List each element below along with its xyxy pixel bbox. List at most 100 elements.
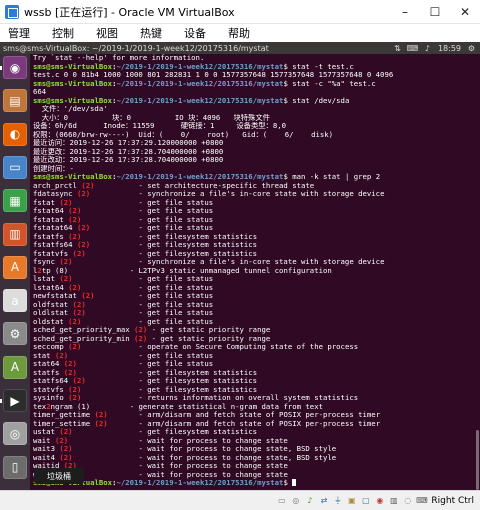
column-padding [81,343,138,351]
man-entry-name: fstatfs64 [33,241,77,249]
launcher-amazon-icon[interactable]: a [3,289,27,313]
clock[interactable]: 18:59 [438,44,461,53]
output-line: 最近访问：2019-12-26 17:37:29.120000000 +0800 [33,139,224,147]
man-result-line: oldfstat (2) - get file status [33,301,471,310]
man-result-line: stat64 (2) - get file status [33,360,471,369]
prompt-user-host: sms@sms-VirtualBox [33,62,113,71]
usb-icon[interactable]: ⏚ [332,495,343,506]
panel-indicators: ⇅ ⌨ ♪ 18:59 ⚙ [393,42,476,54]
column-padding [73,428,139,436]
match-highlight: (2) [134,334,148,343]
mouse-icon[interactable]: ◌ [402,495,413,506]
output-line: 最近改动：2019-12-26 17:37:28.704000000 +0800 [33,156,224,164]
column-padding [73,445,139,453]
vm-statusbar: ▭ ◎ ♪ ⇄ ⏚ ▣ ▢ ◉ ▥ ◌ ⌨ Right Ctrl [0,490,480,510]
terminal-window[interactable]: Try `stat --help' for more information. s… [30,54,480,490]
prompt-cwd: ~/2019-1/2019-1-week12/20175316/mystat [116,173,284,181]
capture-icon[interactable]: ◉ [374,495,385,506]
man-entry-description: - get file status [138,360,214,368]
menu-view[interactable]: 视图 [96,25,118,41]
launcher-firefox-icon[interactable]: ◐ [3,122,27,146]
network-icon[interactable]: ⇅ [393,44,402,53]
launcher-terminal-icon[interactable]: ▶ [3,389,27,412]
column-padding [90,224,138,232]
display-icon[interactable]: ▢ [360,495,371,506]
launcher-software-updater-icon[interactable]: A [3,355,27,379]
match-highlight: (2) [59,198,73,207]
man-result-line: ustat (2) - get filesystem statistics [33,428,471,437]
scrollbar-thumb[interactable] [476,430,479,490]
hdd-icon[interactable]: ▭ [276,495,287,506]
minimize-button[interactable]: – [390,0,420,24]
maximize-button[interactable]: ☐ [420,0,450,24]
terminal-scrollbar[interactable] [476,54,479,490]
column-padding [81,394,138,402]
shared-folder-icon[interactable]: ▣ [346,495,357,506]
libreoffice-writer-glyph: ▭ [9,160,21,175]
man-entry-name: wait [33,436,55,445]
column-padding [81,207,138,215]
close-button[interactable]: ✕ [450,0,480,24]
launcher-trash-icon[interactable]: ▯ [3,455,27,479]
launcher-libreoffice-writer-icon[interactable]: ▭ [3,155,27,179]
menu-hotkey[interactable]: 热键 [140,25,162,41]
audio-icon[interactable]: ♪ [304,495,315,506]
launcher-libreoffice-calc-icon[interactable]: ▦ [3,189,27,213]
match-highlight: (2) [68,385,82,394]
output-line: 664 [33,88,47,96]
launcher-dvd-drive-icon[interactable]: ◎ [3,422,27,446]
column-padding [81,284,138,292]
match-highlight: (2) [68,207,82,215]
volume-icon[interactable]: ♪ [423,44,432,53]
files-glyph: ▤ [9,93,21,108]
man-entry-description: - get filesystem statistics [138,385,258,394]
cpu-icon[interactable]: ▥ [388,495,399,506]
man-entry-description: - wait for process to change state, BSD … [138,453,337,462]
man-entry-name: timer_settime [33,419,95,428]
man-entry-description: - get filesystem statistics [138,232,258,241]
match-highlight: (2) [72,249,86,258]
menu-help[interactable]: 帮助 [228,25,250,41]
output-line: 最近更改：2019-12-26 17:37:28.704000000 +0800 [33,147,224,156]
column-padding [90,403,130,411]
column-padding [68,352,138,360]
output-line: 设备：6h/6d Inode：11559 硬链接：1 设备类型：8,0 [33,122,287,130]
man-entry-description: - synchronize a file's in-core state wit… [138,258,385,266]
column-padding [86,377,139,385]
man-entry-description: - get static priority range [151,326,271,334]
command-text: man -k stat | grep 2 [292,173,381,181]
window-controls: – ☐ ✕ [390,0,480,24]
running-indicator [0,399,2,403]
keyboard-icon[interactable]: ⌨ [407,44,419,53]
man-result-line: fdatasync (2) - synchronize a file's in-… [33,190,471,199]
man-entry-description: - get filesystem statistics [138,249,258,258]
prompt-line: sms@sms-VirtualBox:~/2019-1/2019-1-week1… [33,63,471,72]
optical-icon[interactable]: ◎ [290,495,301,506]
network-icon[interactable]: ⇄ [318,495,329,506]
launcher-ubuntu-dash-icon[interactable]: ◉ [3,56,27,79]
keyboard-icon[interactable]: ⌨ [416,495,428,506]
man-result-line: statfs64 (2) - get filesystem statistics [33,377,471,386]
prompt-user-host: sms@sms-VirtualBox [33,79,113,88]
launcher-software-center-icon[interactable]: A [3,255,27,279]
firefox-glyph: ◐ [9,127,21,142]
launcher-files-icon[interactable]: ▤ [3,89,27,113]
man-result-line: sysinfo (2) - returns information on ove… [33,394,471,403]
prompt-line: sms@sms-VirtualBox:~/2019-1/2019-1-week1… [33,80,471,89]
launcher-libreoffice-impress-icon[interactable]: ▥ [3,222,27,246]
man-entry-description: - get file status [138,292,214,300]
man-entry-description: - wait for process to change state [138,470,288,479]
column-padding [77,360,139,368]
man-entry-name: ustat [33,428,60,436]
menu-control[interactable]: 控制 [52,25,74,41]
prompt-dollar: $ [283,62,293,71]
launcher-system-settings-icon[interactable]: ⚙ [3,322,27,346]
column-padding [95,292,139,300]
menu-manage[interactable]: 管理 [8,25,30,41]
power-gear-icon[interactable]: ⚙ [467,44,476,53]
man-entry-name: timer_gettime [33,411,95,419]
man-entry-description: - wait for process to change state, BSD … [138,445,337,453]
guest-top-panel: sms@sms-VirtualBox: ~/2019-1/2019-1-week… [0,42,480,54]
menu-devices[interactable]: 设备 [184,25,206,41]
column-padding [108,420,139,428]
